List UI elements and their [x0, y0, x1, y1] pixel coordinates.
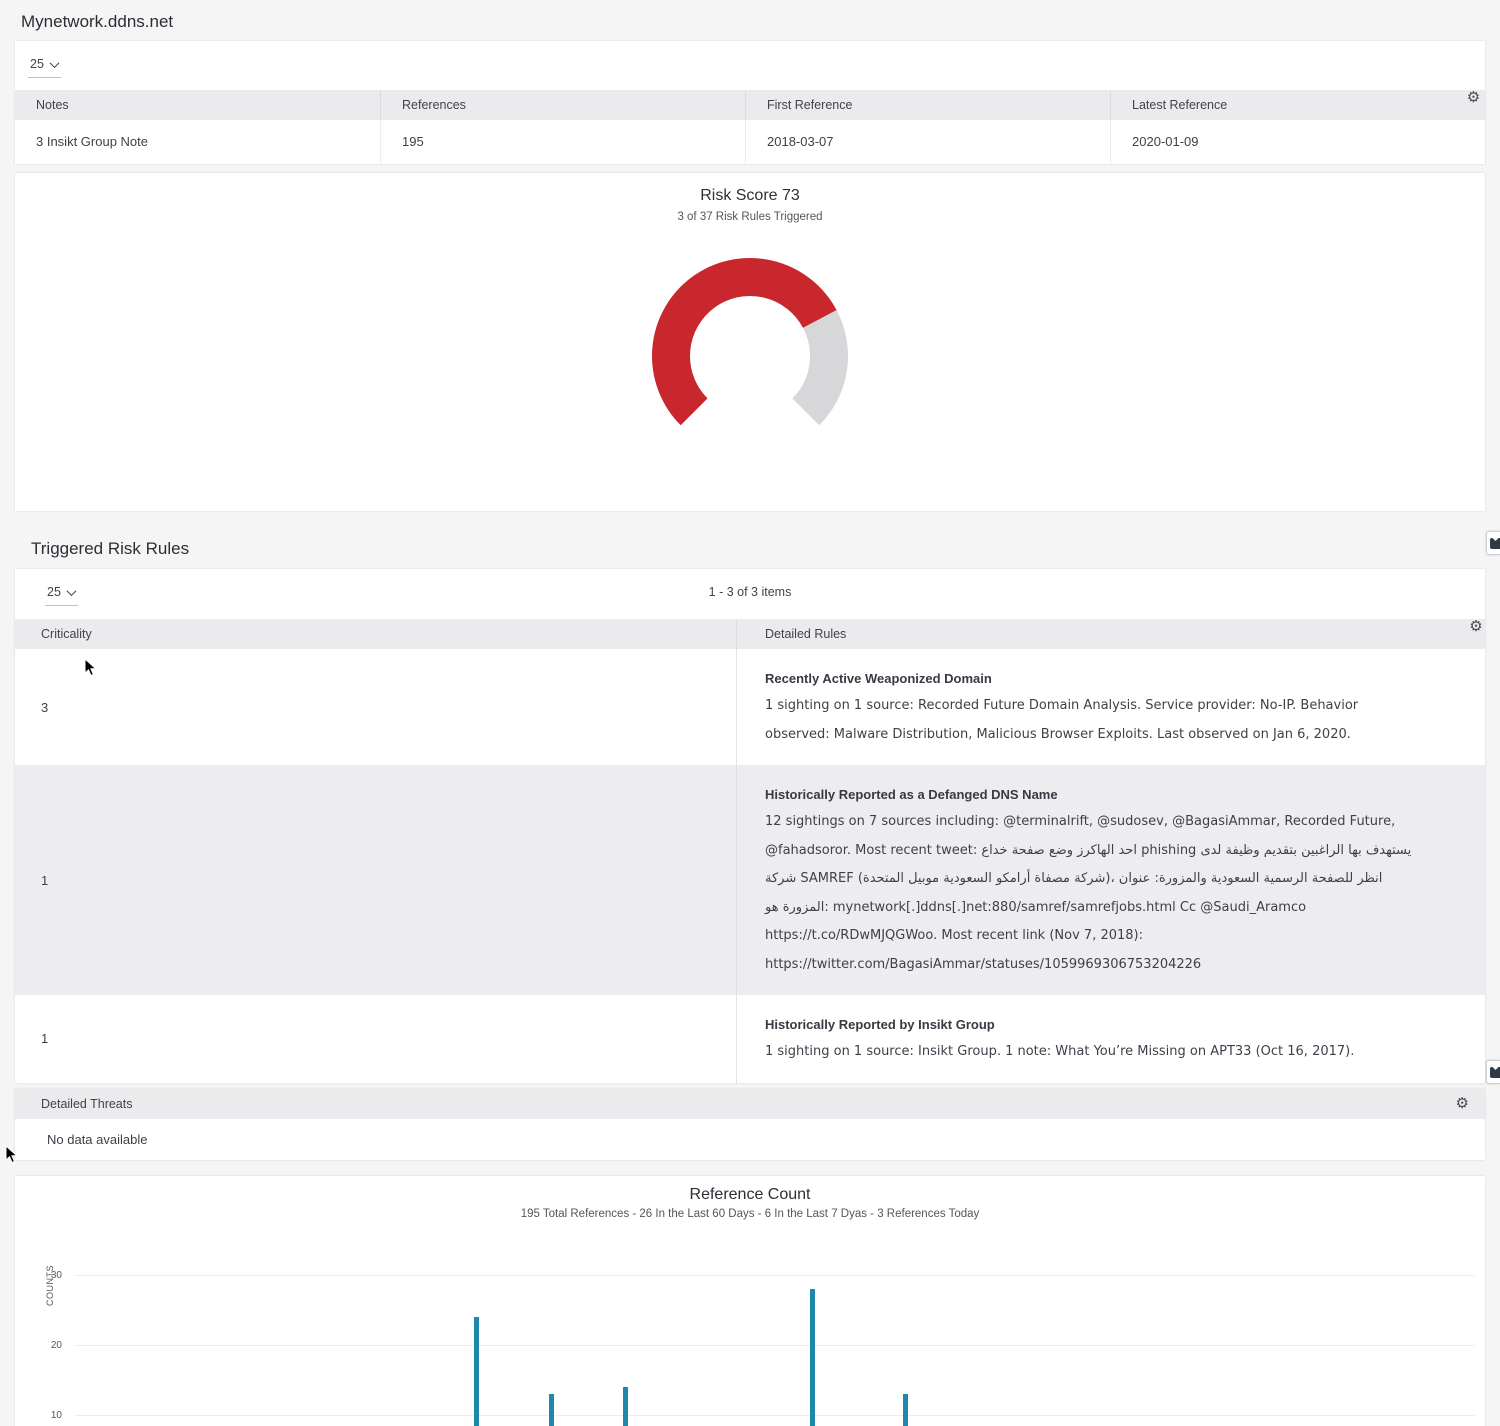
table-row[interactable]: 3 Insikt Group Note 195 2018-03-07 2020-… [15, 120, 1485, 164]
triggered-risk-rules-card: 25 1 - 3 of 3 items Criticality Detailed… [15, 569, 1485, 1083]
rule-description: 12 sightings on 7 sources including: @te… [765, 808, 1417, 979]
y-tick-label: 10 [51, 1410, 62, 1421]
gear-icon[interactable]: ⚙ [1456, 1096, 1469, 1111]
rules-table-header: Criticality Detailed Rules ⚙ [15, 619, 1485, 649]
gridline [75, 1415, 1475, 1416]
gauge-fill-arc [671, 277, 820, 412]
notes-pagesize-row: 25 [15, 41, 1485, 90]
column-header-detailed-rules[interactable]: Detailed Rules [737, 619, 1441, 649]
rule-row: 3 Recently Active Weaponized Domain 1 si… [15, 649, 1485, 765]
column-header-first-reference[interactable]: First Reference [746, 90, 1111, 120]
export-button[interactable] [1486, 531, 1500, 555]
risk-score-subtitle: 3 of 37 Risk Rules Triggered [15, 205, 1485, 223]
pagination-info: 1 - 3 of 3 items [15, 585, 1485, 599]
bar [623, 1387, 628, 1426]
rules-pagination-row: 25 1 - 3 of 3 items [15, 569, 1485, 619]
column-header-references[interactable]: References [381, 90, 746, 120]
risk-score-card: Risk Score 73 3 of 37 Risk Rules Trigger… [15, 173, 1485, 511]
gear-icon[interactable]: ⚙ [1469, 619, 1482, 649]
rule-criticality: 1 [15, 995, 737, 1083]
reference-count-card: Reference Count 195 Total References - 2… [15, 1176, 1485, 1426]
page: Mynetwork.ddns.net 25 Notes References F… [0, 0, 1500, 1426]
rule-criticality: 3 [15, 649, 737, 765]
export-button[interactable] [1486, 1060, 1500, 1084]
gauge-track-arc [806, 319, 829, 412]
column-header-criticality[interactable]: Criticality [15, 619, 737, 649]
rule-description: 1 sighting on 1 source: Insikt Group. 1 … [765, 1038, 1417, 1067]
chevron-down-icon [49, 58, 59, 68]
rule-title: Historically Reported as a Defanged DNS … [765, 782, 1417, 808]
detailed-threats-card: Detailed Threats ⚙ No data available [15, 1089, 1485, 1160]
export-icon [1490, 1067, 1500, 1078]
risk-gauge [650, 253, 850, 431]
rule-row: 1 Historically Reported by Insikt Group … [15, 995, 1485, 1083]
notes-card: 25 Notes References First Reference Late… [15, 41, 1485, 164]
cell-first-reference: 2018-03-07 [746, 120, 1111, 164]
bar [810, 1289, 815, 1426]
detailed-threats-title: Detailed Threats [15, 1097, 1456, 1111]
column-header-latest-reference[interactable]: Latest Reference [1111, 90, 1441, 120]
no-data-message: No data available [15, 1119, 1485, 1160]
gear-icon[interactable]: ⚙ [1467, 90, 1480, 120]
bar [474, 1317, 479, 1426]
rule-row: 1 Historically Reported as a Defanged DN… [15, 765, 1485, 995]
detailed-threats-header: Detailed Threats ⚙ [15, 1089, 1485, 1119]
column-header-notes[interactable]: Notes [15, 90, 381, 120]
bar [549, 1394, 554, 1426]
cell-references: 195 [381, 120, 746, 164]
export-icon [1490, 538, 1500, 549]
gridline [75, 1345, 1475, 1346]
notes-page-size-select[interactable]: 25 [28, 55, 61, 78]
chart-subtitle: 195 Total References - 26 In the Last 60… [15, 1204, 1485, 1220]
notes-table-header: Notes References First Reference Latest … [15, 90, 1485, 120]
rule-criticality: 1 [15, 765, 737, 995]
page-size-value: 25 [30, 57, 44, 71]
triggered-risk-rules-heading: Triggered Risk Rules [31, 539, 1500, 559]
chart-title: Reference Count [15, 1176, 1485, 1204]
rule-title: Recently Active Weaponized Domain [765, 666, 1417, 692]
rule-title: Historically Reported by Insikt Group [765, 1012, 1417, 1038]
bar [903, 1394, 908, 1426]
page-title: Mynetwork.ddns.net [0, 0, 1500, 41]
risk-score-title: Risk Score 73 [15, 173, 1485, 205]
gridline [75, 1275, 1475, 1276]
cell-notes: 3 Insikt Group Note [15, 120, 381, 164]
y-tick-label: 30 [51, 1270, 62, 1281]
chart-plot: 01020302017-10-162018-08-232018-09-28201… [75, 1276, 1475, 1426]
rule-description: 1 sighting on 1 source: Recorded Future … [765, 692, 1417, 749]
y-tick-label: 20 [51, 1340, 62, 1351]
cell-latest-reference: 2020-01-09 [1111, 120, 1441, 164]
